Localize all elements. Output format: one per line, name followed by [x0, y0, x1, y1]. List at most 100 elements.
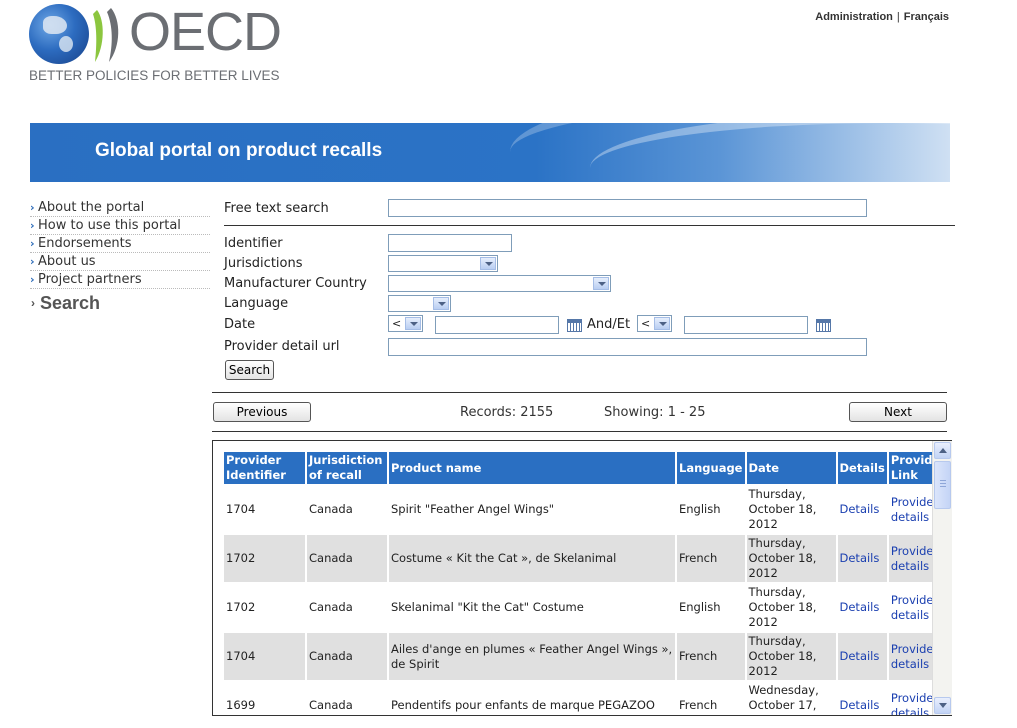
oecd-logo[interactable]: OECD BETTER POLICIES FOR BETTER LIVES	[29, 2, 289, 84]
column-header[interactable]: Jurisdiction of recall	[306, 452, 389, 485]
table-header-row: Provider Identifier Jurisdiction of reca…	[224, 452, 948, 485]
cell-date: Thursday, October 18, 2012	[745, 533, 838, 583]
cell-date: Wednesday, October 17, 2012	[745, 680, 838, 715]
details-link[interactable]: Details	[840, 551, 880, 565]
cell-date: Thursday, October 18, 2012	[745, 484, 838, 534]
chevron-down-icon	[654, 317, 670, 330]
chevron-down-icon	[433, 297, 449, 310]
table-row: 1704 Canada Ailes d'ange en plumes « Feath…	[224, 631, 948, 681]
scroll-down-icon[interactable]	[934, 697, 951, 714]
identifier-label: Identifier	[224, 236, 283, 251]
scroll-thumb[interactable]	[934, 461, 951, 509]
globe-icon	[29, 4, 89, 64]
cell-id: 1699	[224, 680, 307, 715]
vertical-scrollbar[interactable]	[932, 441, 952, 715]
logo-wordmark: OECD	[129, 2, 282, 62]
date-from-operator-select[interactable]: <	[388, 315, 423, 332]
cell-jurisdiction: Canada	[306, 680, 389, 715]
divider	[224, 225, 955, 226]
previous-button[interactable]: Previous	[213, 402, 311, 422]
administration-link[interactable]: Administration	[815, 11, 893, 23]
showing-range: Showing: 1 - 25	[604, 405, 706, 420]
calendar-icon[interactable]	[816, 319, 831, 332]
cell-id: 1702	[224, 582, 307, 632]
cell-details: Details	[836, 582, 889, 632]
manufacturer-country-select[interactable]	[388, 275, 611, 292]
details-link[interactable]: Details	[840, 649, 880, 663]
table-row: 1702 Canada Costume « Kit the Cat », de Sk…	[224, 533, 948, 583]
cell-product: Ailes d'ange en plumes « Feather Angel W…	[388, 631, 677, 681]
date-from-input[interactable]	[435, 316, 559, 334]
chevron-right-icon: ›	[31, 296, 35, 310]
table-row: 1704 Canada Spirit "Feather Angel Wings" En…	[224, 484, 948, 534]
sidebar-item-about-us[interactable]: › About us	[30, 253, 210, 271]
chevron-down-icon	[405, 317, 421, 330]
column-header[interactable]: Date	[745, 452, 838, 485]
provider-url-input[interactable]	[388, 338, 867, 356]
free-text-label: Free text search	[224, 201, 329, 216]
details-link[interactable]: Details	[840, 698, 880, 712]
cell-id: 1702	[224, 533, 307, 583]
language-select[interactable]	[388, 295, 451, 312]
column-header[interactable]: Language	[676, 452, 747, 485]
chevron-right-icon: ›	[30, 255, 35, 268]
table-row: 1702 Canada Skelanimal "Kit the Cat" Costu…	[224, 582, 948, 632]
sidebar-item-how-to-use[interactable]: › How to use this portal	[30, 217, 210, 235]
cell-language: French	[676, 631, 747, 681]
cell-details: Details	[836, 484, 889, 534]
manufacturer-country-label: Manufacturer Country	[224, 276, 367, 291]
chevron-right-icon: ›	[30, 273, 35, 286]
records-count: Records: 2155	[460, 405, 554, 420]
leaves-icon	[93, 8, 119, 62]
sidebar-item-project-partners[interactable]: › Project partners	[30, 271, 210, 289]
details-link[interactable]: Details	[840, 600, 880, 614]
column-header[interactable]: Provider Identifier	[224, 452, 307, 485]
free-text-input[interactable]	[388, 199, 867, 217]
cell-date: Thursday, October 18, 2012	[745, 631, 838, 681]
provider-url-label: Provider detail url	[224, 339, 340, 354]
francais-link[interactable]: Français	[904, 11, 949, 23]
cell-id: 1704	[224, 484, 307, 534]
top-links: Administration | Français	[815, 11, 949, 23]
cell-jurisdiction: Canada	[306, 533, 389, 583]
page-title: Global portal on product recalls	[95, 140, 383, 161]
cell-language: English	[676, 484, 747, 534]
portal-banner: Global portal on product recalls	[30, 123, 950, 182]
cell-details: Details	[836, 631, 889, 681]
jurisdictions-select[interactable]	[388, 255, 498, 272]
jurisdictions-label: Jurisdictions	[224, 256, 303, 271]
scroll-up-icon[interactable]	[934, 442, 951, 459]
chevron-down-icon	[593, 277, 609, 290]
next-button[interactable]: Next	[849, 402, 947, 422]
sidebar-item-about-portal[interactable]: › About the portal	[30, 199, 210, 217]
language-label: Language	[224, 296, 289, 311]
date-to-operator-select[interactable]: <	[637, 315, 672, 332]
cell-language: French	[676, 680, 747, 715]
search-button[interactable]: Search	[225, 360, 274, 380]
column-header[interactable]: Details	[836, 452, 889, 485]
cell-product: Costume « Kit the Cat », de Skelanimal	[388, 533, 677, 583]
cell-jurisdiction: Canada	[306, 582, 389, 632]
chevron-right-icon: ›	[30, 219, 35, 232]
calendar-icon[interactable]	[567, 319, 582, 332]
results-panel[interactable]: Provider Identifier Jurisdiction of reca…	[212, 440, 952, 716]
cell-details: Details	[836, 680, 889, 715]
cell-date: Thursday, October 18, 2012	[745, 582, 838, 632]
details-link[interactable]: Details	[840, 502, 880, 516]
date-label: Date	[224, 317, 256, 332]
cell-product: Skelanimal "Kit the Cat" Costume	[388, 582, 677, 632]
chevron-right-icon: ›	[30, 201, 35, 214]
column-header[interactable]: Product name	[388, 452, 677, 485]
sidebar-item-search[interactable]: › Search	[30, 293, 210, 314]
chevron-down-icon	[480, 257, 496, 270]
sidebar-item-endorsements[interactable]: › Endorsements	[30, 235, 210, 253]
cell-jurisdiction: Canada	[306, 484, 389, 534]
cell-product: Spirit "Feather Angel Wings"	[388, 484, 677, 534]
divider	[212, 431, 947, 432]
sidebar-nav: › About the portal › How to use this porta…	[30, 199, 210, 314]
cell-details: Details	[836, 533, 889, 583]
results-table: Provider Identifier Jurisdiction of reca…	[224, 452, 948, 715]
cell-language: French	[676, 533, 747, 583]
identifier-input[interactable]	[388, 234, 512, 252]
date-to-input[interactable]	[684, 316, 808, 334]
